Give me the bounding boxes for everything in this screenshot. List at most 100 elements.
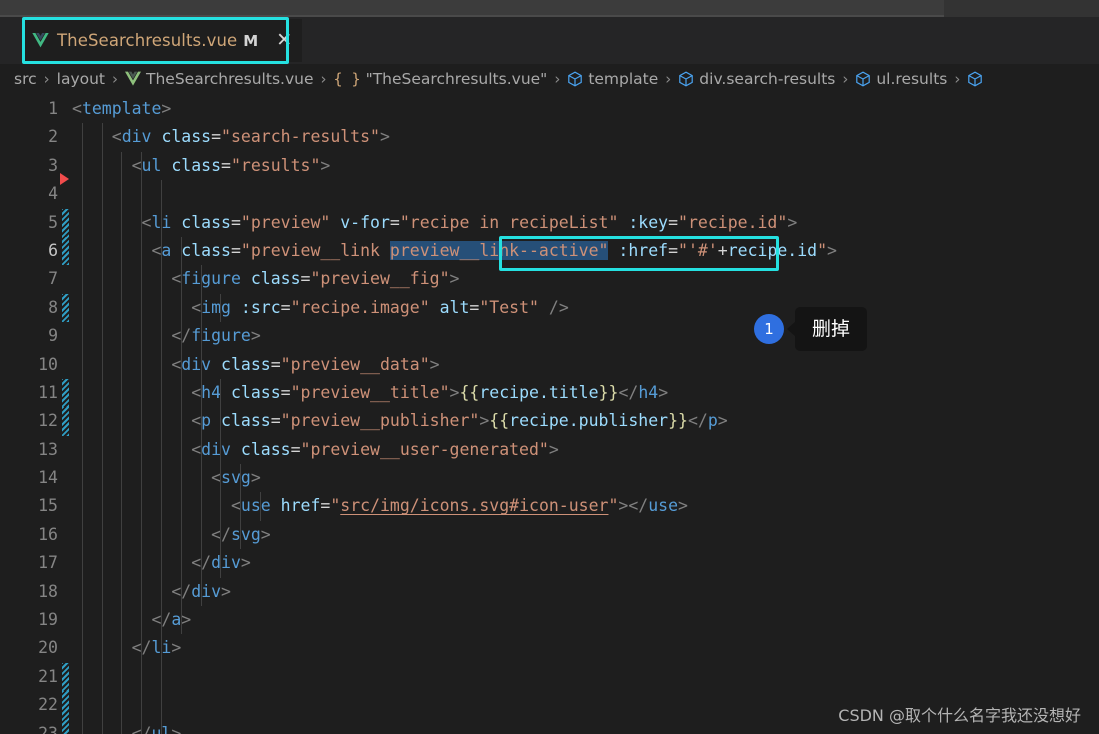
code-line[interactable]: </div> <box>72 549 1099 578</box>
git-modified-marker[interactable] <box>62 208 69 237</box>
code-line[interactable]: <div class="preview__user-generated"> <box>72 435 1099 465</box>
indent-guide <box>81 691 83 720</box>
gutter-line[interactable]: 12 <box>0 407 72 436</box>
code-token: > <box>658 382 669 402</box>
indent-guide <box>101 407 103 436</box>
indent-guide <box>180 464 182 493</box>
code-token: "recipe.id" <box>678 212 788 232</box>
code-line[interactable]: <ul class="results"> <box>72 151 1099 181</box>
indent-guide <box>161 236 162 266</box>
editor-tab-thesearchresults[interactable]: TheSearchresults.vue M ✕ <box>22 19 303 62</box>
git-modified-marker[interactable] <box>62 407 69 436</box>
gutter-line[interactable]: 19 <box>0 606 72 634</box>
gutter-line[interactable]: 20 <box>0 634 72 662</box>
indent-guide <box>161 464 162 493</box>
indent-guide <box>161 407 162 436</box>
gutter-line[interactable]: 21 <box>0 662 72 692</box>
git-modified-marker[interactable] <box>62 293 69 323</box>
code-token: " <box>817 240 828 260</box>
git-modified-marker[interactable] <box>62 236 69 266</box>
gutter-line[interactable]: 14 <box>0 464 72 492</box>
code-content[interactable]: <template> <div class="search-results"> … <box>72 95 1099 734</box>
indent-guide <box>161 606 162 635</box>
code-token: "preview" <box>240 212 331 232</box>
code-line[interactable]: <div class="search-results"> <box>72 123 1099 152</box>
indent-guide <box>141 208 143 237</box>
code-line[interactable]: <svg> <box>72 464 1099 493</box>
breadcrumb-item-div-search-results[interactable]: div.search-results <box>678 70 835 88</box>
breadcrumb-item-truncated[interactable] <box>967 71 983 87</box>
gutter-line[interactable]: 15 <box>0 492 72 520</box>
code-line[interactable] <box>72 662 1099 692</box>
gutter-line[interactable]: 9 <box>0 322 72 350</box>
indent-guide <box>121 606 123 635</box>
breadcrumb-item-layout[interactable]: layout <box>57 70 105 88</box>
gutter-line[interactable]: 6 <box>0 236 72 266</box>
indent-guide <box>121 293 123 323</box>
gutter-line[interactable]: 17 <box>0 549 72 577</box>
code-line[interactable]: </li> <box>72 634 1099 663</box>
indent-guide <box>101 577 103 607</box>
gutter-line[interactable]: 18 <box>0 578 72 606</box>
code-line[interactable]: <p class="preview__publisher">{{recipe.p… <box>72 407 1099 436</box>
gutter-line[interactable]: 11 <box>0 378 72 408</box>
code-token: class <box>181 212 231 232</box>
indent-guide <box>180 549 182 578</box>
code-line[interactable]: <img :src="recipe.image" alt="Test" /> <box>72 293 1099 323</box>
gutter-line[interactable]: 16 <box>0 521 72 549</box>
code-token: recipe.publisher <box>509 411 669 431</box>
gutter-line[interactable]: 22 <box>0 691 72 720</box>
code-editor[interactable]: 1 2 3 4 5 6 7 8 9 10 11 12 13 14 15 16 17 18 19 20 21 22 23 <t… <box>0 95 1099 734</box>
code-line[interactable]: <li class="preview" v-for="recipe in rec… <box>72 208 1099 237</box>
indent-guide <box>220 520 222 550</box>
breadcrumb-item-src[interactable]: src <box>14 70 37 88</box>
code-line[interactable]: <h4 class="preview__title">{{recipe.titl… <box>72 378 1099 408</box>
close-icon[interactable]: ✕ <box>276 31 292 50</box>
gutter-line[interactable]: 23 <box>0 719 72 734</box>
code-token: p <box>707 411 718 431</box>
code-token: "recipe.image" <box>290 297 430 317</box>
gutter-line[interactable]: 13 <box>0 436 72 464</box>
breadcrumb-label: ul.results <box>876 70 948 88</box>
code-line[interactable]: <template> <box>72 95 1099 123</box>
code-line[interactable]: <div class="preview__data"> <box>72 350 1099 379</box>
indent-guide <box>220 435 222 465</box>
gutter-line[interactable]: 5 <box>0 208 72 237</box>
indent-guide <box>121 407 123 436</box>
gutter-line[interactable]: 10 <box>0 351 72 379</box>
editor-gutter[interactable]: 1 2 3 4 5 6 7 8 9 10 11 12 13 14 15 16 17 18 19 20 21 22 23 <box>0 95 72 734</box>
code-line[interactable]: <use href="src/img/icons.svg#icon-user">… <box>72 492 1099 521</box>
gutter-line[interactable]: 4 <box>0 173 72 208</box>
gutter-line[interactable]: 1 <box>0 95 72 123</box>
code-line[interactable] <box>72 180 1099 209</box>
code-line[interactable]: </figure> <box>72 322 1099 351</box>
breadcrumb-item-ul-results[interactable]: ul.results <box>855 70 947 88</box>
code-line[interactable]: <a class="preview__link preview__link--a… <box>72 236 1099 266</box>
git-deleted-marker[interactable] <box>60 173 69 186</box>
indent-guide <box>141 719 143 734</box>
code-line[interactable]: </a> <box>72 606 1099 635</box>
gutter-line[interactable]: 2 <box>0 123 72 151</box>
breadcrumb[interactable]: src › layout › TheSearchresults.vue › { … <box>0 64 1099 94</box>
breadcrumb-item-template[interactable]: template <box>567 70 658 88</box>
code-line[interactable]: </svg> <box>72 520 1099 550</box>
code-token: > <box>717 411 728 431</box>
breadcrumb-item-file[interactable]: TheSearchresults.vue <box>125 70 313 88</box>
code-line[interactable]: <figure class="preview__fig"> <box>72 265 1099 294</box>
code-token: "preview__fig" <box>310 269 450 289</box>
code-line[interactable]: </div> <box>72 577 1099 607</box>
breadcrumb-item-module[interactable]: { } "TheSearchresults.vue" <box>333 70 547 88</box>
code-token: > <box>240 553 251 573</box>
git-modified-marker[interactable] <box>62 378 69 408</box>
git-modified-marker[interactable] <box>62 691 69 720</box>
indent-guide <box>141 606 143 635</box>
git-modified-marker[interactable] <box>62 662 69 692</box>
git-modified-marker[interactable] <box>62 719 69 734</box>
gutter-line[interactable]: 8 <box>0 293 72 323</box>
gutter-line[interactable]: 7 <box>0 265 72 293</box>
indent-guide <box>200 407 202 436</box>
